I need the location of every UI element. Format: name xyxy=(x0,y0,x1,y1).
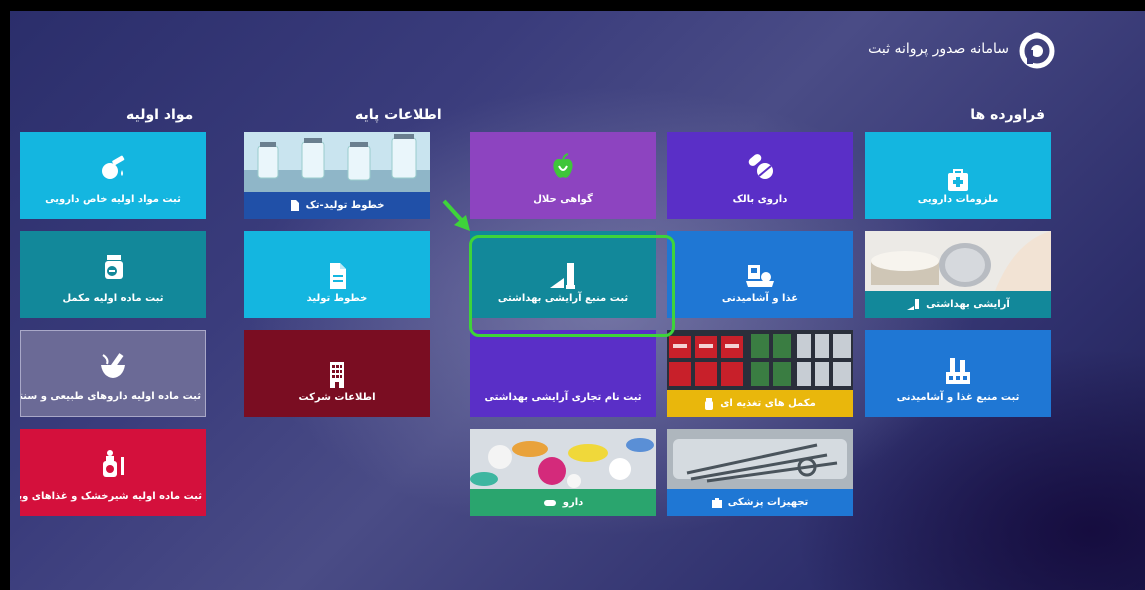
app-logo-icon xyxy=(1019,32,1055,69)
apple-icon xyxy=(553,153,573,178)
tile-label: داروی بالک xyxy=(732,194,788,205)
factory-icon xyxy=(946,358,970,384)
cosmetics-small-icon xyxy=(907,298,920,310)
tile-cosmetic-brand[interactable]: ثبت نام تجاری آرایشی بهداشتی xyxy=(470,330,656,417)
tile-label: ثبت منبع غذا و آشامیدنی xyxy=(896,392,1020,403)
pills-icon xyxy=(748,154,773,179)
supplement-jar-icon xyxy=(105,255,123,279)
brand: سامانه صدور پروانه ثبت xyxy=(868,29,1057,69)
tile-label: تجهیزات پزشکی xyxy=(727,497,809,508)
section-title-raw-materials: مواد اولیه xyxy=(126,107,194,123)
app-window: سامانه صدور پروانه ثبت فراورده ها اطلاعا… xyxy=(10,11,1145,590)
food-tray-icon xyxy=(746,265,774,287)
tile-food-source[interactable]: ثبت منبع غذا و آشامیدنی xyxy=(865,330,1051,417)
tile-bulk-drug[interactable]: داروی بالک xyxy=(667,132,853,219)
tile-supplement-raw[interactable]: ثبت ماده اولیه مکمل xyxy=(20,231,206,318)
cosmetics-photo xyxy=(865,231,1051,291)
tile-cosmetics[interactable]: آرایشی بهداشتی xyxy=(865,231,1051,318)
section-title-imports: فراورده ها xyxy=(970,107,1045,123)
tile-label: ملزومات دارویی xyxy=(917,194,999,205)
kit-small-icon xyxy=(711,497,722,508)
tile-label: دارو xyxy=(562,497,584,508)
drugs-photo xyxy=(470,429,656,489)
tile-medical-supplies[interactable]: ملزومات دارویی xyxy=(865,132,1051,219)
tile-label: ثبت ماده اولیه داروهای طبیعی و سنتی xyxy=(20,391,201,402)
tile-food-beverage[interactable]: غذا و آشامیدنی xyxy=(667,231,853,318)
document-icon xyxy=(330,263,346,289)
flask-drop-icon xyxy=(102,155,125,179)
tile-label: ثبت ماده اولیه مکمل xyxy=(62,293,164,304)
tile-label: ثبت مواد اولیه خاص دارویی xyxy=(45,194,181,205)
document-small-icon xyxy=(290,200,299,211)
tile-infant-formula-raw[interactable]: ثبت ماده اولیه شیرخشک و غذاهای ویژه xyxy=(20,429,206,516)
first-aid-kit-icon xyxy=(948,169,968,191)
tile-label: آرایشی بهداشتی xyxy=(926,299,1010,310)
tile-herbal-raw[interactable]: ثبت ماده اولیه داروهای طبیعی و سنتی xyxy=(20,330,206,417)
tile-label: ثبت ماده اولیه شیرخشک و غذاهای ویژه xyxy=(20,491,202,502)
section-title-base-info: اطلاعات پایه xyxy=(355,107,442,123)
building-icon xyxy=(330,362,344,388)
tile-label: مکمل های تغذیه ای xyxy=(720,398,816,409)
tile-halal[interactable]: گواهی حلال xyxy=(470,132,656,219)
production-lines-photo xyxy=(244,132,430,192)
tile-label: ثبت نام تجاری آرایشی بهداشتی xyxy=(484,392,642,403)
tile-nutritional-supplements[interactable]: مکمل های تغذیه ای xyxy=(667,330,853,417)
supplements-photo xyxy=(667,330,853,390)
tile-label: اطلاعات شرکت xyxy=(298,392,376,403)
medical-equipment-photo xyxy=(667,429,853,489)
arrow-down-right-icon xyxy=(442,199,470,231)
supplement-small-icon xyxy=(705,397,714,410)
tile-drug[interactable]: دارو xyxy=(470,429,656,516)
app-title: سامانه صدور پروانه ثبت xyxy=(868,41,1009,57)
mortar-pestle-icon xyxy=(101,353,125,378)
tile-label: خطوط تولید-تک xyxy=(305,200,385,211)
highlight-box xyxy=(469,235,675,337)
pill-small-icon xyxy=(543,499,556,506)
tile-medical-equipment[interactable]: تجهیزات پزشکی xyxy=(667,429,853,516)
tile-label: غذا و آشامیدنی xyxy=(721,293,799,304)
tile-production-lines-single[interactable]: خطوط تولید-تک xyxy=(244,132,430,219)
tile-label: گواهی حلال xyxy=(533,194,593,205)
tile-special-raw-material[interactable]: ثبت مواد اولیه خاص دارویی xyxy=(20,132,206,219)
tile-production-lines[interactable]: خطوط تولید xyxy=(244,231,430,318)
tile-label: خطوط تولید xyxy=(306,293,368,304)
tile-company-info[interactable]: اطلاعات شرکت xyxy=(244,330,430,417)
baby-bottle-icon xyxy=(103,450,124,477)
